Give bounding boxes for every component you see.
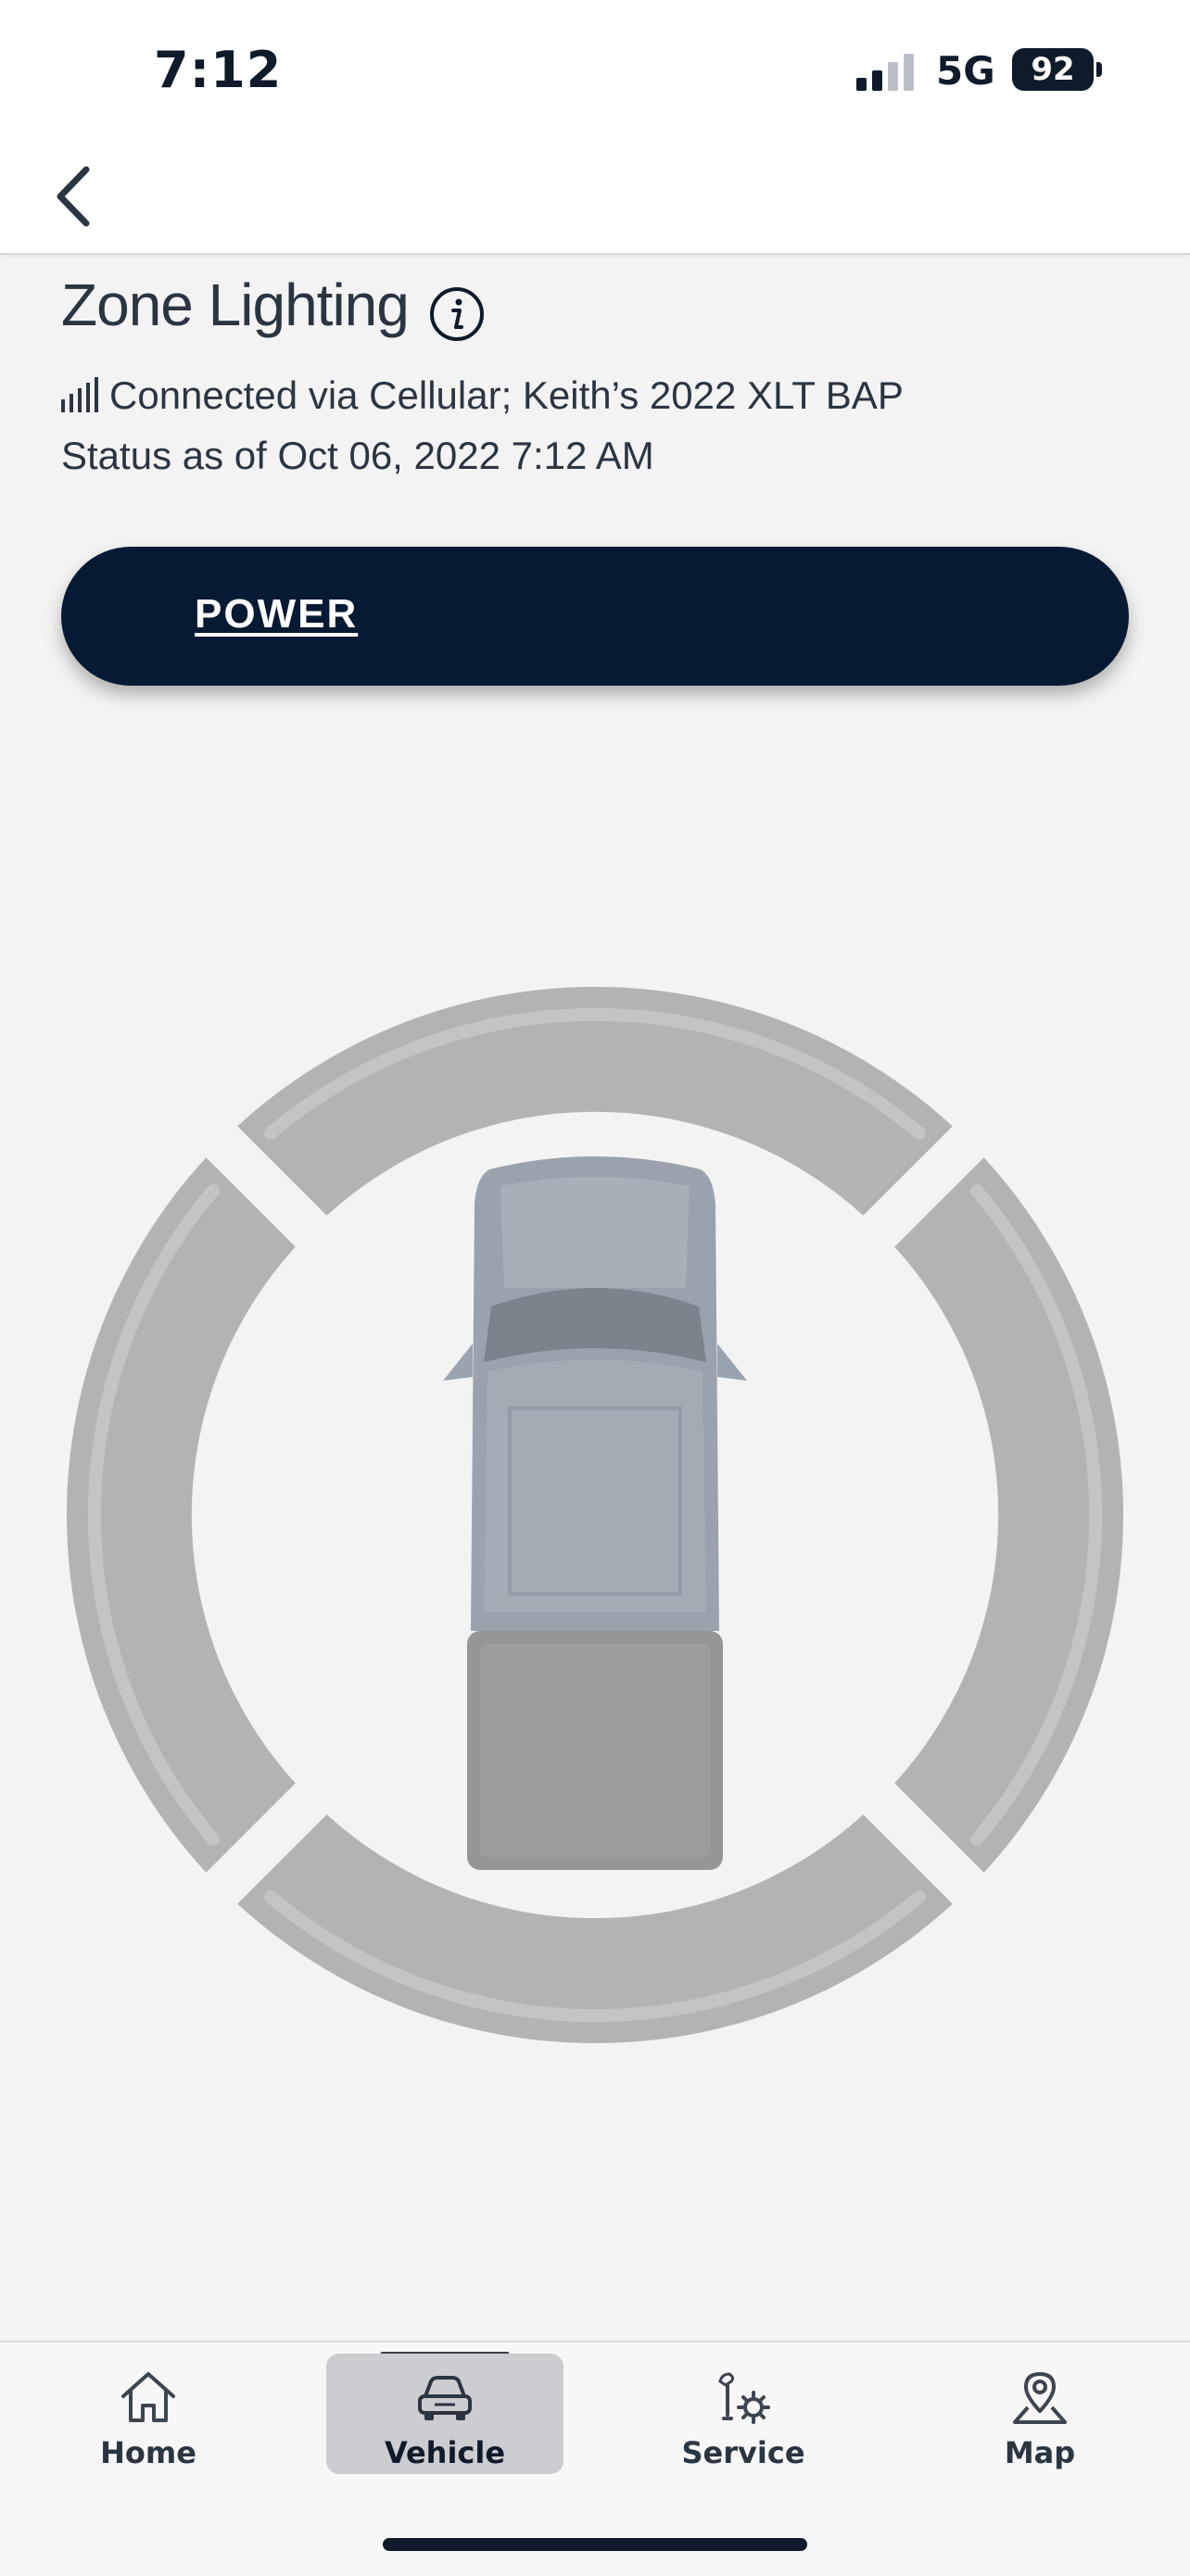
tab-home[interactable]: Home — [30, 2354, 267, 2474]
network-label: 5G — [936, 48, 995, 94]
tab-vehicle-label: Vehicle — [384, 2435, 506, 2470]
battery-indicator: 92 — [1012, 48, 1094, 91]
connection-status: Connected via Cellular; Keith’s 2022 XLT… — [61, 373, 904, 419]
tab-map[interactable]: Map — [921, 2354, 1158, 2474]
tab-service-label: Service — [681, 2435, 805, 2470]
status-time: 7:12 — [154, 41, 283, 99]
left-zone[interactable] — [67, 1157, 296, 1873]
tab-home-label: Home — [100, 2435, 196, 2470]
status-bar: 7:12 5G 92 — [0, 0, 1190, 139]
right-zone[interactable] — [894, 1157, 1123, 1873]
tab-service[interactable]: Service — [625, 2354, 862, 2474]
connection-text: Connected via Cellular; Keith’s 2022 XLT… — [109, 373, 904, 417]
status-timestamp: Status as of Oct 06, 2022 7:12 AM — [61, 434, 654, 477]
tab-vehicle[interactable]: Vehicle — [326, 2354, 563, 2474]
chevron-left-icon — [57, 166, 90, 227]
home-indicator[interactable] — [383, 2538, 807, 2551]
tab-map-label: Map — [1004, 2435, 1076, 2470]
power-button-label: POWER — [195, 591, 359, 637]
nav-header — [0, 139, 1190, 255]
service-gear-icon — [718, 2372, 770, 2424]
info-icon[interactable] — [428, 285, 486, 343]
page-title: Zone Lighting — [61, 271, 410, 338]
map-pin-icon — [1013, 2372, 1067, 2424]
truck-top-view-image — [443, 1156, 747, 1870]
battery-tip — [1096, 62, 1102, 77]
power-button[interactable]: POWER — [61, 547, 1129, 686]
back-button[interactable] — [41, 158, 106, 235]
home-icon — [121, 2372, 175, 2422]
cellular-signal-icon — [856, 54, 914, 91]
car-icon — [418, 2376, 472, 2420]
cellular-connection-icon — [61, 377, 98, 412]
